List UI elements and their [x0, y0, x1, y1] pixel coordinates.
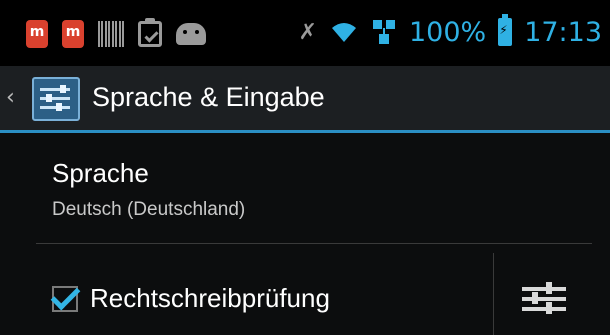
- spell-check-checkbox[interactable]: [50, 280, 81, 312]
- status-bar-notifications: [26, 18, 206, 50]
- android-icon: [176, 23, 206, 45]
- network-sync-icon: [371, 18, 397, 46]
- app-notification-icon: [62, 20, 84, 48]
- clipboard-check-icon: [138, 18, 162, 47]
- sliders-icon[interactable]: [522, 281, 566, 317]
- app-notification-icon: [26, 20, 48, 48]
- wifi-icon: [329, 20, 359, 44]
- barcode-icon: [98, 21, 124, 47]
- battery-percent: 100%: [408, 16, 487, 48]
- vertical-divider: [493, 253, 494, 335]
- status-time: 17:13: [524, 16, 602, 48]
- page-title: Sprache & Eingabe: [92, 82, 325, 112]
- settings-list: Sprache Deutsch (Deutschland) Rechtschre…: [0, 133, 610, 335]
- list-divider: [36, 243, 592, 244]
- battery-charging-icon: [498, 14, 513, 46]
- settings-sliders-icon[interactable]: [32, 77, 80, 121]
- checkmark-icon: [50, 280, 81, 310]
- status-bar: ✗ 100% 17:13: [0, 0, 610, 66]
- action-bar: ‹ Sprache & Eingabe: [0, 66, 610, 132]
- status-bar-system: ✗ 100% 17:13: [299, 14, 602, 50]
- spell-check-label: Rechtschreibprüfung: [90, 283, 330, 313]
- spell-check-preference[interactable]: Rechtschreibprüfung: [50, 280, 330, 314]
- language-preference[interactable]: Sprache Deutsch (Deutschland): [52, 158, 245, 221]
- language-summary: Deutsch (Deutschland): [52, 199, 246, 220]
- chevron-left-icon[interactable]: ‹: [6, 86, 18, 110]
- language-title: Sprache: [52, 158, 149, 188]
- mute-icon: ✗: [298, 19, 317, 45]
